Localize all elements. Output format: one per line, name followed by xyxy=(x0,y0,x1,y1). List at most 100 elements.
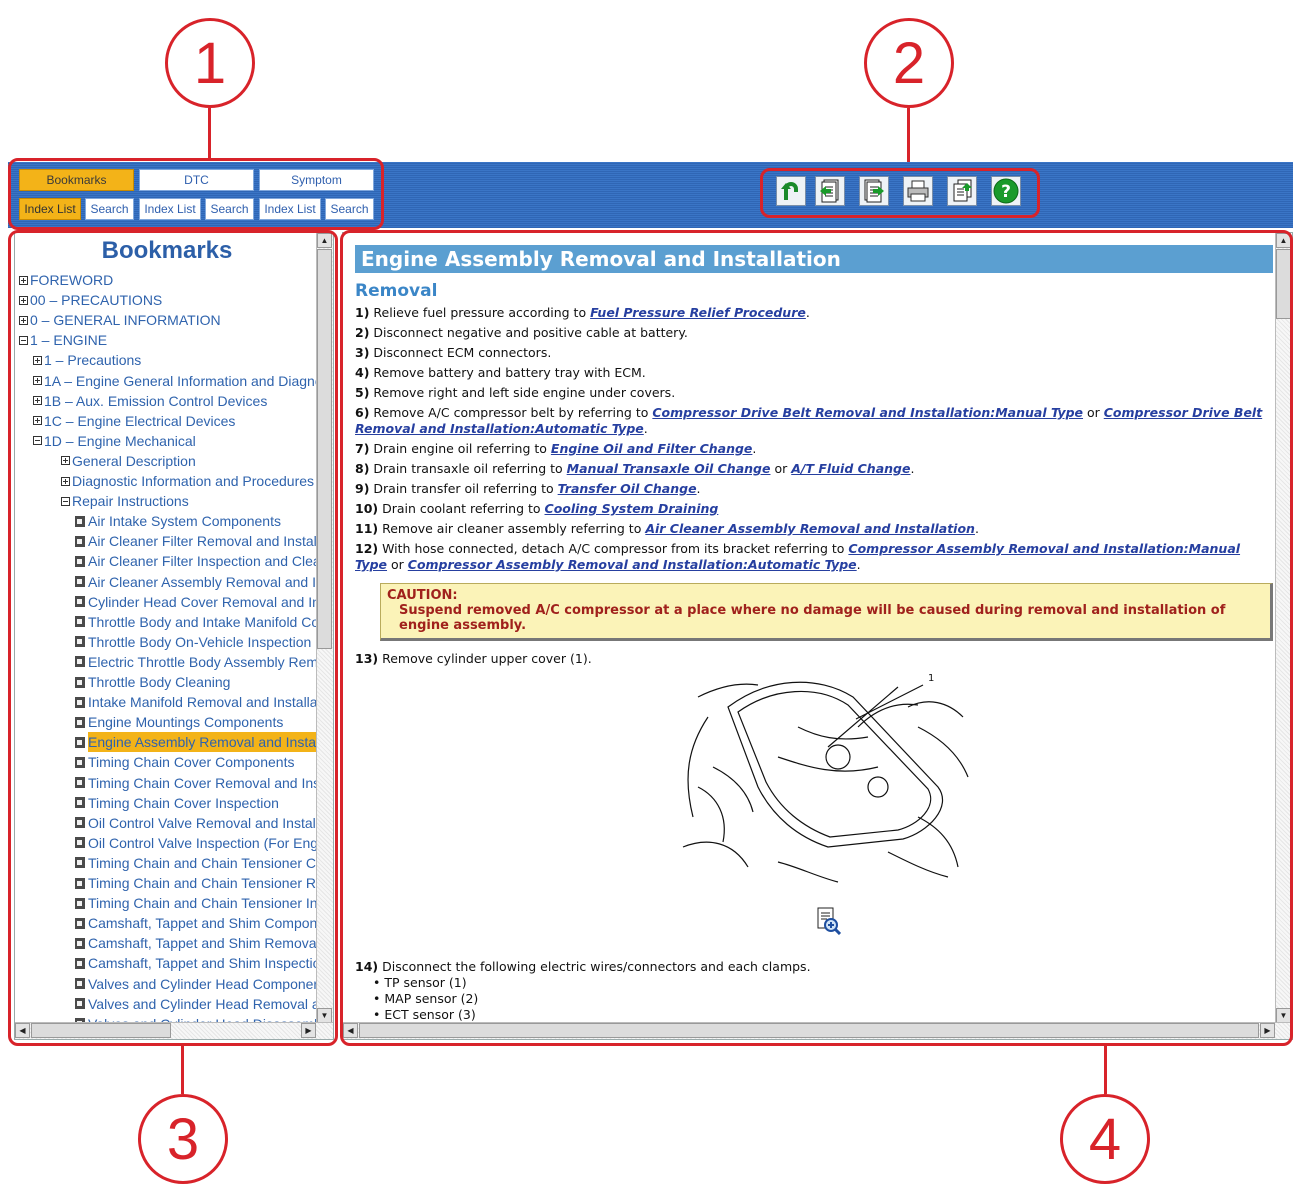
document-icon[interactable] xyxy=(75,917,85,929)
bookmark-item[interactable]: Camshaft, Tappet and Shim Components xyxy=(75,913,333,933)
bookmark-item[interactable]: Electric Throttle Body Assembly Removal xyxy=(75,652,333,672)
document-icon[interactable] xyxy=(75,837,85,849)
bookmark-item[interactable]: Oil Control Valve Removal and Installati… xyxy=(75,813,333,833)
bookmark-item[interactable]: Cylinder Head Cover Removal and Installa… xyxy=(75,592,333,612)
reference-link[interactable]: Engine Oil and Filter Change xyxy=(551,441,753,456)
bookmark-item[interactable]: Timing Chain Cover Components xyxy=(75,752,294,772)
document-icon[interactable] xyxy=(75,756,85,768)
scroll-up-button[interactable]: ▲ xyxy=(317,233,332,248)
document-icon[interactable] xyxy=(75,797,85,809)
bookmark-item[interactable]: Timing Chain Cover Removal and Installat… xyxy=(75,773,333,793)
tab-dtc[interactable]: DTC xyxy=(139,169,254,191)
scroll-down-button[interactable]: ▼ xyxy=(317,1008,332,1023)
symptom-index-list-button[interactable]: Index List xyxy=(259,198,321,220)
reference-link[interactable]: Manual Transaxle Oil Change xyxy=(567,461,771,476)
copy-button[interactable] xyxy=(947,176,977,206)
bookmark-item[interactable]: Repair Instructions xyxy=(61,491,189,511)
zoom-figure-button[interactable] xyxy=(817,907,842,936)
bookmark-item[interactable]: Throttle Body On-Vehicle Inspection xyxy=(75,632,311,652)
bookmark-item[interactable]: General Description xyxy=(61,451,196,471)
bookmark-item[interactable]: Timing Chain and Chain Tensioner Inspect… xyxy=(75,893,333,913)
scroll-left-button[interactable]: ◀ xyxy=(15,1023,30,1038)
scroll-thumb[interactable] xyxy=(1276,249,1291,319)
document-icon[interactable] xyxy=(75,716,85,728)
document-icon[interactable] xyxy=(75,535,85,547)
reference-link[interactable]: Compressor Drive Belt Removal and Instal… xyxy=(652,405,1083,420)
document-icon[interactable] xyxy=(75,696,85,708)
previous-page-button[interactable] xyxy=(815,176,845,206)
reference-link[interactable]: Compressor Assembly Removal and Installa… xyxy=(408,557,857,572)
document-icon[interactable] xyxy=(75,596,85,608)
document-icon[interactable] xyxy=(75,877,85,889)
tab-symptom[interactable]: Symptom xyxy=(259,169,374,191)
document-icon[interactable] xyxy=(75,636,85,648)
document-icon[interactable] xyxy=(75,937,85,949)
bookmark-item[interactable]: Air Intake System Components xyxy=(75,511,281,531)
scroll-down-button[interactable]: ▼ xyxy=(1276,1008,1291,1023)
bookmarks-search-button[interactable]: Search xyxy=(85,198,134,220)
bookmark-item[interactable]: 1 – Precautions xyxy=(33,350,141,370)
bookmark-item[interactable]: 1B – Aux. Emission Control Devices xyxy=(33,391,267,411)
bookmark-item[interactable]: 1D – Engine Mechanical xyxy=(33,431,196,451)
help-button[interactable]: ? xyxy=(991,176,1021,206)
bookmark-item[interactable]: Air Cleaner Filter Inspection and Cleani… xyxy=(75,551,333,571)
expand-icon[interactable] xyxy=(61,476,70,486)
scroll-right-button[interactable]: ▶ xyxy=(301,1023,316,1038)
reference-link[interactable]: Cooling System Draining xyxy=(545,501,719,516)
bookmark-item[interactable]: Timing Chain Cover Inspection xyxy=(75,793,279,813)
dtc-index-list-button[interactable]: Index List xyxy=(139,198,201,220)
document-icon[interactable] xyxy=(75,998,85,1010)
expand-icon[interactable] xyxy=(61,456,70,466)
scroll-thumb[interactable] xyxy=(31,1023,171,1038)
document-icon[interactable] xyxy=(75,817,85,829)
tab-bookmarks[interactable]: Bookmarks xyxy=(19,169,134,191)
print-button[interactable] xyxy=(903,176,933,206)
scroll-right-button[interactable]: ▶ xyxy=(1260,1023,1275,1038)
bookmarks-vertical-scrollbar[interactable]: ▲ ▼ xyxy=(316,233,333,1023)
collapse-icon[interactable] xyxy=(19,335,28,345)
scroll-thumb[interactable] xyxy=(317,249,332,649)
bookmark-item[interactable]: 0 – GENERAL INFORMATION xyxy=(19,310,221,330)
reference-link[interactable]: A/T Fluid Change xyxy=(791,461,910,476)
symptom-search-button[interactable]: Search xyxy=(325,198,374,220)
collapse-icon[interactable] xyxy=(61,496,70,506)
reference-link[interactable]: Transfer Oil Change xyxy=(558,481,697,496)
bookmark-item[interactable]: Timing Chain and Chain Tensioner Compone… xyxy=(75,853,333,873)
bookmark-item[interactable]: Timing Chain and Chain Tensioner Removal xyxy=(75,873,333,893)
bookmarks-index-list-button[interactable]: Index List xyxy=(19,198,81,220)
document-icon[interactable] xyxy=(75,576,85,587)
document-icon[interactable] xyxy=(75,616,85,628)
document-icon[interactable] xyxy=(75,515,85,527)
bookmark-item[interactable]: Throttle Body and Intake Manifold Compon… xyxy=(75,612,333,632)
bookmark-item[interactable]: Diagnostic Information and Procedures xyxy=(61,471,314,491)
bookmark-item[interactable]: Valves and Cylinder Head Components xyxy=(75,974,332,994)
bookmark-item[interactable]: 1 – ENGINE xyxy=(19,330,107,350)
bookmark-item[interactable]: Air Cleaner Filter Removal and Installat… xyxy=(75,531,333,551)
document-icon[interactable] xyxy=(75,736,85,748)
bookmark-item[interactable]: 1C – Engine Electrical Devices xyxy=(33,411,235,431)
bookmark-item[interactable]: Throttle Body Cleaning xyxy=(75,672,230,692)
document-icon[interactable] xyxy=(75,957,85,969)
expand-icon[interactable] xyxy=(33,396,42,406)
bookmarks-horizontal-scrollbar[interactable]: ◀ ▶ xyxy=(15,1022,333,1039)
document-icon[interactable] xyxy=(75,555,85,567)
bookmark-item[interactable]: Camshaft, Tappet and Shim Removal xyxy=(75,933,320,953)
bookmark-item[interactable]: Camshaft, Tappet and Shim Inspection xyxy=(75,953,328,973)
bookmark-item[interactable]: FOREWORD xyxy=(19,270,113,290)
expand-icon[interactable] xyxy=(19,315,28,325)
back-button[interactable] xyxy=(776,176,806,206)
expand-icon[interactable] xyxy=(19,295,28,305)
bookmark-item[interactable]: Intake Manifold Removal and Installation xyxy=(75,692,333,712)
dtc-search-button[interactable]: Search xyxy=(205,198,254,220)
content-horizontal-scrollbar[interactable]: ◀ ▶ xyxy=(343,1022,1292,1039)
scroll-thumb[interactable] xyxy=(359,1023,1259,1038)
bookmark-item[interactable]: Air Cleaner Assembly Removal and Install… xyxy=(75,572,333,592)
document-icon[interactable] xyxy=(75,656,85,668)
document-icon[interactable] xyxy=(75,777,85,788)
bookmark-item[interactable]: 1A – Engine General Information and Diag… xyxy=(33,371,333,391)
collapse-icon[interactable] xyxy=(33,436,42,446)
document-icon[interactable] xyxy=(75,978,85,989)
next-page-button[interactable] xyxy=(859,176,889,206)
content-vertical-scrollbar[interactable]: ▲ ▼ xyxy=(1275,233,1292,1023)
expand-icon[interactable] xyxy=(33,355,42,365)
